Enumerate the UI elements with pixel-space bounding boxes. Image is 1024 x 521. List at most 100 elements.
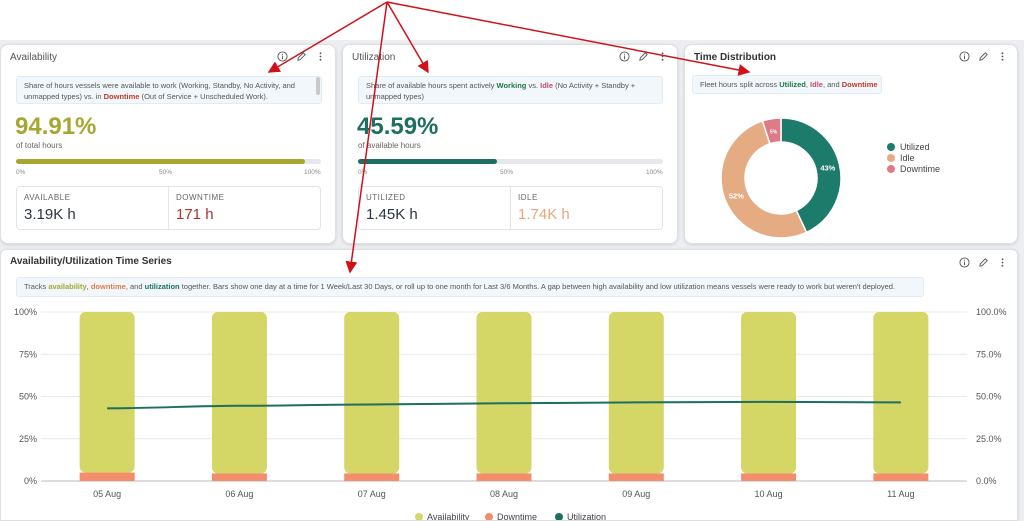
- bar-availability: [608, 312, 664, 474]
- y-tick-left: 50%: [19, 392, 37, 402]
- legend-dot: [887, 165, 895, 173]
- top-bar: [0, 0, 1024, 40]
- bar-downtime: [608, 473, 664, 481]
- desc-idle: Idle: [540, 81, 554, 90]
- progress-tick: 50%: [500, 169, 514, 176]
- bar-downtime: [211, 473, 267, 481]
- x-tick-label: 05 Aug: [93, 489, 121, 499]
- legend-label: Downtime: [900, 164, 941, 174]
- y-tick-left: 100%: [14, 307, 37, 317]
- progress-tick: 100%: [304, 169, 321, 176]
- legend-label: Idle: [900, 153, 915, 163]
- info-icon[interactable]: [618, 50, 631, 63]
- stat-label: UTILIZED: [366, 193, 406, 202]
- stat-value: 171 h: [176, 206, 214, 223]
- utilization-progress-fill: [358, 159, 498, 164]
- card-actions: [276, 50, 327, 63]
- timeseries-card: Availability/Utilization Time Series Tra…: [0, 249, 1018, 521]
- bar-availability: [79, 312, 135, 473]
- bar-availability: [211, 312, 267, 474]
- utilization-value-sub: of available hours: [358, 141, 421, 150]
- x-tick-label: 11 Aug: [887, 489, 914, 499]
- bar-downtime: [741, 473, 797, 481]
- x-tick-label: 06 Aug: [225, 489, 253, 499]
- card-actions: [958, 50, 1009, 63]
- info-icon[interactable]: [958, 50, 971, 63]
- progress-tick: 50%: [159, 169, 173, 176]
- desc-text: vs.: [526, 81, 541, 90]
- stat-value: 3.19K h: [24, 206, 76, 223]
- availability-progress-fill: [16, 159, 306, 164]
- y-tick-left: 75%: [19, 349, 37, 359]
- timeseries-chart: 0% 0.0% 25% 25.0% 50% 50.0% 75% 75.0% 100% 100.0%…: [14, 307, 1007, 521]
- bar-downtime: [79, 472, 135, 481]
- bar-availability: [344, 312, 400, 474]
- legend-dot: [485, 513, 493, 520]
- bar-availability: [741, 312, 797, 474]
- desc-working: Working: [496, 81, 527, 90]
- utilization-title: Utilization: [352, 52, 396, 63]
- availability-card: Availability Share of hours vessels were…: [0, 44, 336, 244]
- stat-idle: IDLE 1.74K h: [510, 187, 662, 229]
- legend-dot: [415, 513, 423, 520]
- donut-slice-label: 52%: [729, 192, 744, 201]
- desc-scrollbar[interactable]: [316, 77, 320, 95]
- stat-label: DOWNTIME: [176, 193, 225, 202]
- y-tick-right: 50.0%: [976, 392, 1002, 402]
- progress-tick: 0%: [358, 169, 368, 176]
- legend-label: Utilized: [900, 142, 930, 152]
- utilization-stats: UTILIZED 1.45K h IDLE 1.74K h: [358, 186, 663, 230]
- legend-dot: [555, 513, 563, 520]
- more-icon[interactable]: [314, 50, 327, 63]
- legend-utilized: Utilized: [887, 142, 930, 152]
- legend-label: Utilization: [567, 512, 606, 521]
- desc-downtime: Downtime: [103, 91, 140, 101]
- more-icon[interactable]: [656, 50, 669, 63]
- utilization-card: Utilization Share of available hours spe…: [342, 44, 678, 244]
- x-tick-label: 09 Aug: [622, 489, 650, 499]
- stat-value: 1.45K h: [366, 206, 418, 223]
- edit-icon[interactable]: [637, 50, 650, 63]
- bar-availability: [476, 312, 532, 474]
- time-distribution-description: Fleet hours split across Utilized, Idle,…: [692, 75, 882, 94]
- legend-label: Downtime: [497, 512, 537, 521]
- progress-tick: 100%: [646, 169, 663, 176]
- bar-availability: [873, 312, 929, 474]
- legend-downtime: Downtime: [887, 164, 940, 174]
- y-tick-right: 25.0%: [976, 434, 1002, 444]
- y-tick-left: 25%: [19, 434, 37, 444]
- desc-text: (Out of Service +: [139, 91, 199, 101]
- y-tick-left: 0%: [24, 476, 37, 486]
- stat-utilized: UTILIZED 1.45K h: [359, 187, 510, 229]
- edit-icon[interactable]: [295, 50, 308, 63]
- time-distribution-card: Time Distribution Fleet hours split acro…: [684, 44, 1018, 244]
- edit-icon[interactable]: [977, 50, 990, 63]
- time-distribution-title: Time Distribution: [694, 52, 777, 63]
- utilization-description: Share of available hours spent actively …: [358, 76, 663, 104]
- desc-utilized: Utilized: [779, 80, 806, 89]
- y-tick-right: 100.0%: [976, 307, 1007, 317]
- bar-downtime: [344, 473, 400, 481]
- desc-text: Unscheduled Work).: [200, 91, 268, 101]
- desc-text: Fleet hours split across: [700, 80, 780, 89]
- y-tick-right: 75.0%: [976, 349, 1002, 359]
- card-actions: [618, 50, 669, 63]
- x-tick-label: 07 Aug: [358, 489, 386, 499]
- donut-slice-label: 43%: [820, 164, 835, 173]
- info-icon[interactable]: [276, 50, 289, 63]
- bar-downtime: [476, 473, 532, 481]
- legend-dot: [887, 154, 895, 162]
- legend-idle: Idle: [887, 153, 915, 163]
- legend-label: Availability: [427, 512, 470, 521]
- more-icon[interactable]: [996, 50, 1009, 63]
- legend-dot: [887, 143, 895, 151]
- donut-slice-label: 5%: [770, 130, 778, 136]
- utilization-progress: [358, 159, 663, 164]
- availability-description: Share of hours vessels were available to…: [16, 76, 322, 104]
- desc-text: Share of available hours spent actively: [366, 81, 497, 90]
- y-tick-right: 0.0%: [976, 476, 997, 486]
- stat-downtime: DOWNTIME 171 h: [168, 187, 320, 229]
- x-tick-label: 10 Aug: [755, 489, 783, 499]
- progress-tick: 0%: [16, 169, 26, 176]
- stat-available: AVAILABLE 3.19K h: [17, 187, 168, 229]
